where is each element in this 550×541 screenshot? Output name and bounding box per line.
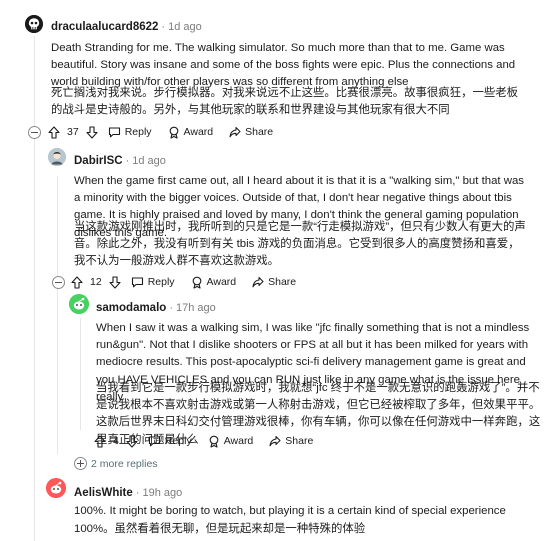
comment-actions: 37 Reply Award Share <box>48 124 289 140</box>
timestamp: 1d ago <box>132 155 166 167</box>
upvote-icon[interactable] <box>94 434 106 448</box>
timestamp: 19h ago <box>142 487 183 499</box>
avatar[interactable] <box>48 148 66 166</box>
timestamp: 17h ago <box>175 302 216 314</box>
award-icon <box>169 126 178 139</box>
comment-text-cn: 死亡搁浅对我来说。步行模拟器。对我来说远不止这些。比赛很漂亮。故事很疯狂，一些老… <box>51 87 519 117</box>
reply-icon <box>148 436 160 447</box>
share-icon <box>252 276 264 288</box>
award-label: Award <box>223 435 254 447</box>
share-icon <box>269 435 281 447</box>
comment-header: DabirISC · 1d ago <box>74 151 166 169</box>
award-icon <box>209 435 219 448</box>
award-label: Award <box>183 126 214 138</box>
share-button[interactable]: Share <box>229 126 273 138</box>
comment-text-cn: 100%。虽然看着很无聊，但是玩起来却是一种特殊的体验 <box>74 523 366 535</box>
award-label: Award <box>206 276 237 288</box>
timestamp: 1d ago <box>168 21 202 33</box>
reply-label: Reply <box>147 276 175 288</box>
username[interactable]: draculaalucard8622 <box>51 21 158 33</box>
share-label: Share <box>245 126 274 138</box>
upvote-icon[interactable] <box>71 275 83 289</box>
comment-header: draculaalucard8622 · 1d ago <box>51 17 202 35</box>
reply-button[interactable]: Reply <box>108 126 152 138</box>
vote-controls: 12 <box>71 275 121 289</box>
skull-avatar-icon <box>25 15 43 33</box>
avatar[interactable] <box>25 15 43 33</box>
thread-line-c1[interactable] <box>34 36 35 541</box>
reply-icon <box>131 277 143 288</box>
share-label: Share <box>285 435 314 447</box>
vote-count: 37 <box>67 126 79 138</box>
avatar[interactable] <box>46 478 66 498</box>
award-button[interactable]: Award <box>168 126 214 139</box>
reply-button[interactable]: Reply <box>131 276 175 288</box>
more-replies-link[interactable]: 2 more replies <box>91 458 158 470</box>
award-button[interactable]: Award <box>191 276 237 289</box>
user-avatar-icon <box>69 294 89 314</box>
collapse-icon[interactable] <box>52 276 65 289</box>
thread-line-c2[interactable] <box>57 176 58 274</box>
award-button[interactable]: Award <box>208 435 254 448</box>
user-avatar-icon <box>48 148 66 166</box>
share-button[interactable]: Share <box>269 435 313 447</box>
reply-icon <box>108 127 120 138</box>
vote-count: 12 <box>90 276 102 288</box>
vote-count: 4 <box>113 435 119 447</box>
thread-line-c3[interactable] <box>80 318 81 430</box>
comment-actions: 12 Reply Award Share <box>71 274 312 290</box>
vote-controls: 37 <box>48 125 98 139</box>
separator-dot: · <box>169 302 173 314</box>
separator-dot: · <box>135 487 140 499</box>
expand-icon[interactable] <box>74 457 87 470</box>
share-label: Share <box>268 276 297 288</box>
comment-header: AelisWhite · 19h ago <box>74 483 182 501</box>
avatar[interactable] <box>69 294 89 314</box>
award-icon <box>192 276 201 289</box>
comment-text-en: Death Stranding for me. The walking simu… <box>51 42 516 89</box>
comment-header: samodamalo · 17h ago <box>96 298 216 316</box>
separator-dot: · <box>161 21 166 33</box>
downvote-icon[interactable] <box>109 275 121 289</box>
upvote-icon[interactable] <box>48 125 60 139</box>
reply-label: Reply <box>164 435 192 447</box>
thread-line-c2-reply[interactable] <box>57 274 58 454</box>
user-avatar-icon <box>46 478 66 498</box>
reply-label: Reply <box>124 126 152 138</box>
username[interactable]: AelisWhite <box>74 487 133 499</box>
share-icon <box>229 126 241 138</box>
share-button[interactable]: Share <box>252 276 296 288</box>
reply-button[interactable]: Reply <box>148 435 192 447</box>
downvote-icon[interactable] <box>126 434 138 448</box>
comment-text-en: 100%. It might be boring to watch, but p… <box>74 505 506 517</box>
username[interactable]: DabirISC <box>74 155 123 167</box>
vote-controls: 4 <box>94 434 138 448</box>
separator-dot: · <box>125 155 130 167</box>
username[interactable]: samodamalo <box>96 302 166 314</box>
downvote-icon[interactable] <box>86 125 98 139</box>
comment-text-cn: 当这款游戏刚推出时，我所听到的只是它是一款“行走模拟游戏”，但只有少数人有更大的… <box>74 221 526 268</box>
comment-actions: 4 Reply Award Share <box>94 433 329 449</box>
collapse-icon[interactable] <box>28 126 41 139</box>
